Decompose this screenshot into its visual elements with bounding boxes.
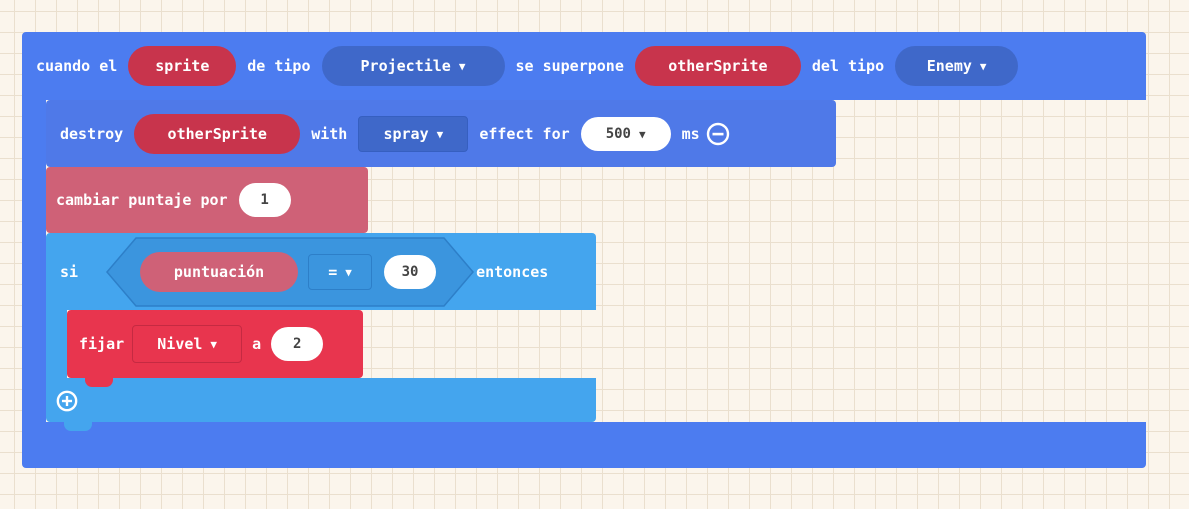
score-value-pill[interactable]: puntuación [140,252,299,292]
if-then-bottom-notch [64,422,92,431]
kind-dropdown-value: Projectile [360,57,451,75]
operator-value: = [328,263,338,281]
effect-dropdown-value: spray [383,125,429,143]
sprite-variable-pill[interactable]: sprite [128,46,237,86]
set-label: fijar [79,335,125,353]
then-label: entonces [476,263,549,281]
chevron-down-icon: ▼ [638,127,646,141]
destroy-row: destroy otherSprite with spray ▼ effect … [60,114,730,154]
variable-dropdown-value: Nivel [157,335,203,353]
change-score-row: cambiar puntaje por 1 [56,183,302,217]
kind-dropdown[interactable]: Projectile ▼ [321,46,505,86]
add-else-icon[interactable] [56,390,78,412]
chevron-down-icon: ▼ [210,337,218,351]
with-label: with [311,125,348,143]
chevron-down-icon: ▼ [979,59,987,73]
chevron-down-icon: ▼ [458,59,466,73]
chevron-down-icon: ▼ [345,265,352,279]
overlaps-label: se superpone [515,57,624,75]
other-kind-dropdown[interactable]: Enemy ▼ [895,46,1019,86]
other-kind-label: del tipo [811,57,885,75]
unit-label: ms [681,125,700,143]
when-label: cuando el [36,57,118,75]
set-value-input[interactable]: 2 [271,327,324,361]
variable-dropdown[interactable]: Nivel ▼ [132,325,243,363]
chevron-down-icon: ▼ [436,127,444,141]
to-label: a [252,335,262,353]
other-sprite-variable-pill[interactable]: otherSprite [634,46,801,86]
change-score-label: cambiar puntaje por [56,191,228,209]
set-variable-row: fijar Nivel ▼ a 2 [79,324,334,364]
score-amount-input[interactable]: 1 [238,183,291,217]
compare-value-input[interactable]: 30 [384,255,437,289]
duration-dropdown[interactable]: 500 ▼ [580,117,671,151]
duration-value: 500 [605,126,631,142]
kind-label: de tipo [247,57,311,75]
destroy-target-pill[interactable]: otherSprite [134,114,301,154]
operator-dropdown[interactable]: = ▼ [308,254,373,290]
effect-for-label: effect for [479,125,570,143]
minus-circle-icon[interactable] [706,122,730,146]
other-kind-dropdown-value: Enemy [926,57,972,75]
if-row: si puntuación = ▼ 30 entonces [60,252,559,292]
event-header: cuando el sprite de tipo Projectile ▼ se… [36,46,1029,86]
if-label: si [60,263,79,281]
destroy-label: destroy [60,125,124,143]
effect-dropdown[interactable]: spray ▼ [358,116,469,152]
